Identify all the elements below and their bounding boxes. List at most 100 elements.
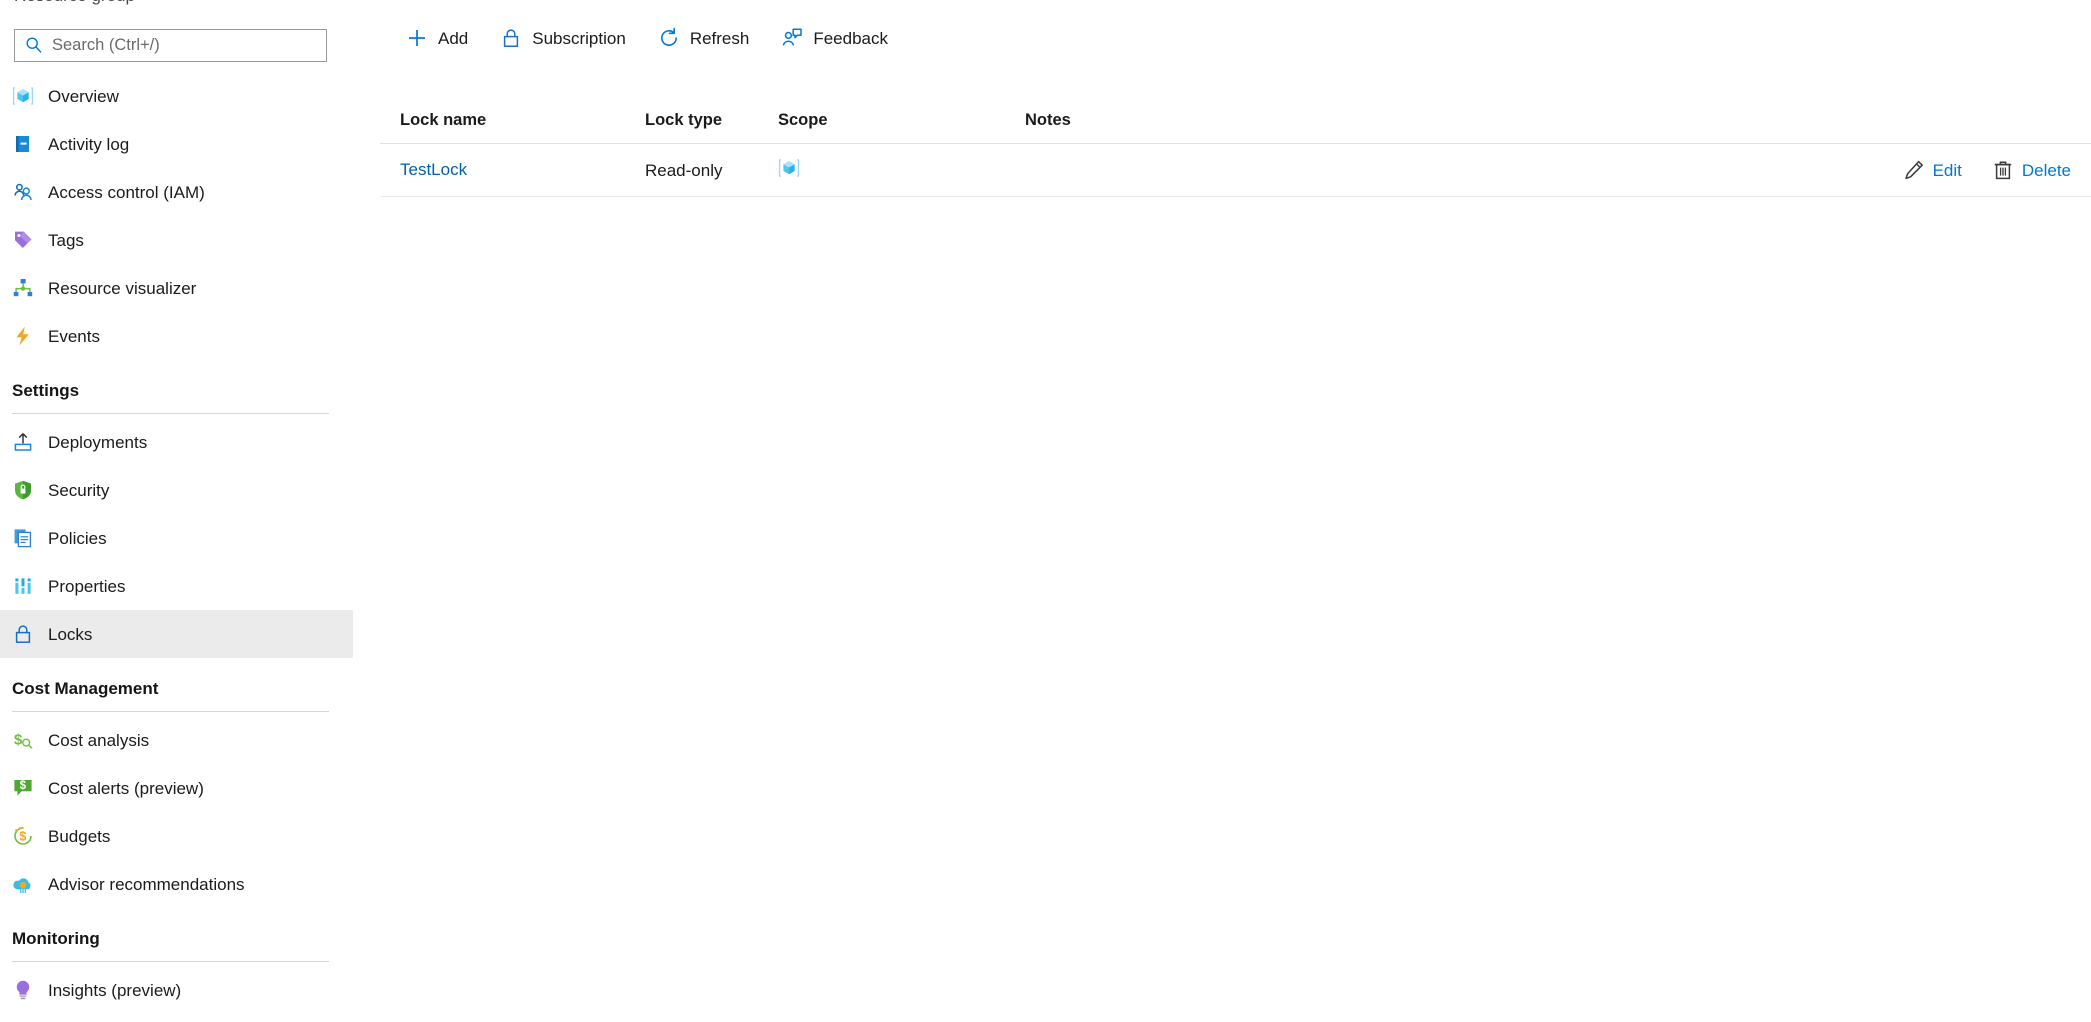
events-lightning-icon bbox=[12, 325, 34, 347]
column-header-lock-name[interactable]: Lock name bbox=[400, 112, 645, 129]
cost-analysis-icon: $ bbox=[12, 729, 34, 751]
plus-icon bbox=[406, 27, 428, 49]
budgets-icon: $ bbox=[12, 825, 34, 847]
sidebar-item-advisor-recommendations[interactable]: Advisor recommendations bbox=[0, 860, 353, 908]
nav-scroll-viewport: Overview Activity log Access control (IAM)… bbox=[0, 72, 353, 1022]
search-row: Search (Ctrl+/) bbox=[0, 28, 353, 62]
search-icon bbox=[25, 36, 43, 54]
column-header-notes[interactable]: Notes bbox=[1025, 112, 1585, 129]
main-content-pane: Add Subscription Refresh Feedback Lock name… bbox=[380, 0, 2091, 1022]
feedback-button[interactable]: Feedback bbox=[775, 20, 902, 56]
sidebar-item-cost-alerts-preview[interactable]: $ Cost alerts (preview) bbox=[0, 764, 353, 812]
breadcrumb: Resource group bbox=[0, 0, 330, 6]
sidebar-group-divider bbox=[12, 413, 329, 414]
sidebar-item-label: Cost alerts (preview) bbox=[48, 780, 204, 797]
sidebar-item-label: Properties bbox=[48, 578, 125, 595]
delete-lock-button[interactable]: Delete bbox=[1992, 159, 2071, 181]
sidebar-item-insights-preview[interactable]: Insights (preview) bbox=[0, 966, 353, 1014]
left-navigation-pane: Resource group Search (Ctrl+/) « Overvie… bbox=[0, 0, 353, 1022]
advisor-icon bbox=[12, 873, 34, 895]
sidebar-item-label: Access control (IAM) bbox=[48, 184, 205, 201]
refresh-button-label: Refresh bbox=[690, 30, 750, 47]
svg-text:$: $ bbox=[20, 780, 27, 792]
cell-scope bbox=[778, 157, 1025, 184]
pencil-icon bbox=[1903, 159, 1925, 181]
sidebar-item-policies[interactable]: Policies bbox=[0, 514, 353, 562]
sidebar-item-security[interactable]: Security bbox=[0, 466, 353, 514]
lock-name-link[interactable]: TestLock bbox=[400, 160, 467, 179]
sidebar-item-label: Resource visualizer bbox=[48, 280, 196, 297]
sidebar-item-properties[interactable]: Properties bbox=[0, 562, 353, 610]
table-row: TestLock Read-only Edit Delete bbox=[380, 144, 2091, 197]
cell-lock-name: TestLock bbox=[400, 161, 645, 180]
sidebar-group-cost-management: Cost Management bbox=[0, 658, 353, 716]
sidebar-item-events[interactable]: Events bbox=[0, 312, 353, 360]
resource-group-icon bbox=[778, 166, 800, 183]
sidebar-item-activity-log[interactable]: Activity log bbox=[0, 120, 353, 168]
sidebar-item-label: Locks bbox=[48, 626, 92, 643]
table-body: TestLock Read-only Edit Delete bbox=[380, 144, 2091, 197]
feedback-button-label: Feedback bbox=[813, 30, 888, 47]
sidebar-item-label: Tags bbox=[48, 232, 84, 249]
refresh-button[interactable]: Refresh bbox=[652, 20, 764, 56]
tag-icon bbox=[12, 229, 34, 251]
sidebar-group-title: Settings bbox=[12, 382, 353, 399]
search-input[interactable]: Search (Ctrl+/) bbox=[14, 29, 327, 62]
sidebar-item-label: Events bbox=[48, 328, 100, 345]
feedback-person-icon bbox=[781, 27, 803, 49]
sidebar-group-title: Cost Management bbox=[12, 680, 353, 697]
sidebar-item-label: Security bbox=[48, 482, 109, 499]
delete-label: Delete bbox=[2022, 162, 2071, 179]
resource-group-icon bbox=[12, 85, 34, 107]
sidebar-item-label: Deployments bbox=[48, 434, 147, 451]
sidebar-item-tags[interactable]: Tags bbox=[0, 216, 353, 264]
properties-bars-icon bbox=[12, 575, 34, 597]
sidebar-item-label: Policies bbox=[48, 530, 107, 547]
subscription-button[interactable]: Subscription bbox=[494, 20, 640, 56]
nav-list: Overview Activity log Access control (IAM)… bbox=[0, 72, 353, 1014]
column-header-scope[interactable]: Scope bbox=[778, 112, 1025, 129]
sidebar-item-deployments[interactable]: Deployments bbox=[0, 418, 353, 466]
lock-icon bbox=[12, 623, 34, 645]
sidebar-item-label: Insights (preview) bbox=[48, 982, 181, 999]
access-control-icon bbox=[12, 181, 34, 203]
locks-table: Lock name Lock type Scope Notes TestLock… bbox=[380, 98, 2091, 197]
sidebar-item-label: Overview bbox=[48, 88, 119, 105]
sidebar-group-settings: Settings bbox=[0, 360, 353, 418]
sidebar-group-divider bbox=[12, 711, 329, 712]
sidebar-group-monitoring: Monitoring bbox=[0, 908, 353, 966]
edit-label: Edit bbox=[1933, 162, 1962, 179]
sidebar-item-locks[interactable]: Locks bbox=[0, 610, 353, 658]
sidebar-group-divider bbox=[12, 961, 329, 962]
sidebar-item-access-control-iam[interactable]: Access control (IAM) bbox=[0, 168, 353, 216]
sidebar-group-title: Monitoring bbox=[12, 930, 353, 947]
sidebar-item-cost-analysis[interactable]: $ Cost analysis bbox=[0, 716, 353, 764]
cost-alerts-icon: $ bbox=[12, 777, 34, 799]
collapse-nav-button[interactable]: « bbox=[346, 32, 353, 58]
svg-text:$: $ bbox=[14, 732, 23, 749]
edit-lock-button[interactable]: Edit bbox=[1903, 159, 1962, 181]
add-button-label: Add bbox=[438, 30, 468, 47]
command-toolbar: Add Subscription Refresh Feedback bbox=[400, 20, 914, 56]
refresh-icon bbox=[658, 27, 680, 49]
trash-icon bbox=[1992, 159, 2014, 181]
azure-portal-locks-page: Resource group Search (Ctrl+/) « Overvie… bbox=[0, 0, 2091, 1022]
sidebar-item-budgets[interactable]: $ Budgets bbox=[0, 812, 353, 860]
sidebar-item-label: Activity log bbox=[48, 136, 129, 153]
table-header-row: Lock name Lock type Scope Notes bbox=[380, 98, 2091, 144]
cell-actions: Edit Delete bbox=[1585, 159, 2091, 181]
search-placeholder: Search (Ctrl+/) bbox=[52, 37, 160, 54]
sidebar-item-label: Budgets bbox=[48, 828, 110, 845]
security-shield-icon bbox=[12, 479, 34, 501]
cell-lock-type: Read-only bbox=[645, 162, 778, 179]
sidebar-item-label: Cost analysis bbox=[48, 732, 149, 749]
insights-bulb-icon bbox=[12, 979, 34, 1001]
sidebar-item-label: Advisor recommendations bbox=[48, 876, 245, 893]
sidebar-item-resource-visualizer[interactable]: Resource visualizer bbox=[0, 264, 353, 312]
sidebar-item-overview[interactable]: Overview bbox=[0, 72, 353, 120]
column-header-lock-type[interactable]: Lock type bbox=[645, 112, 778, 129]
lock-icon bbox=[500, 27, 522, 49]
add-button[interactable]: Add bbox=[400, 20, 482, 56]
subscription-button-label: Subscription bbox=[532, 30, 626, 47]
policies-document-icon bbox=[12, 527, 34, 549]
